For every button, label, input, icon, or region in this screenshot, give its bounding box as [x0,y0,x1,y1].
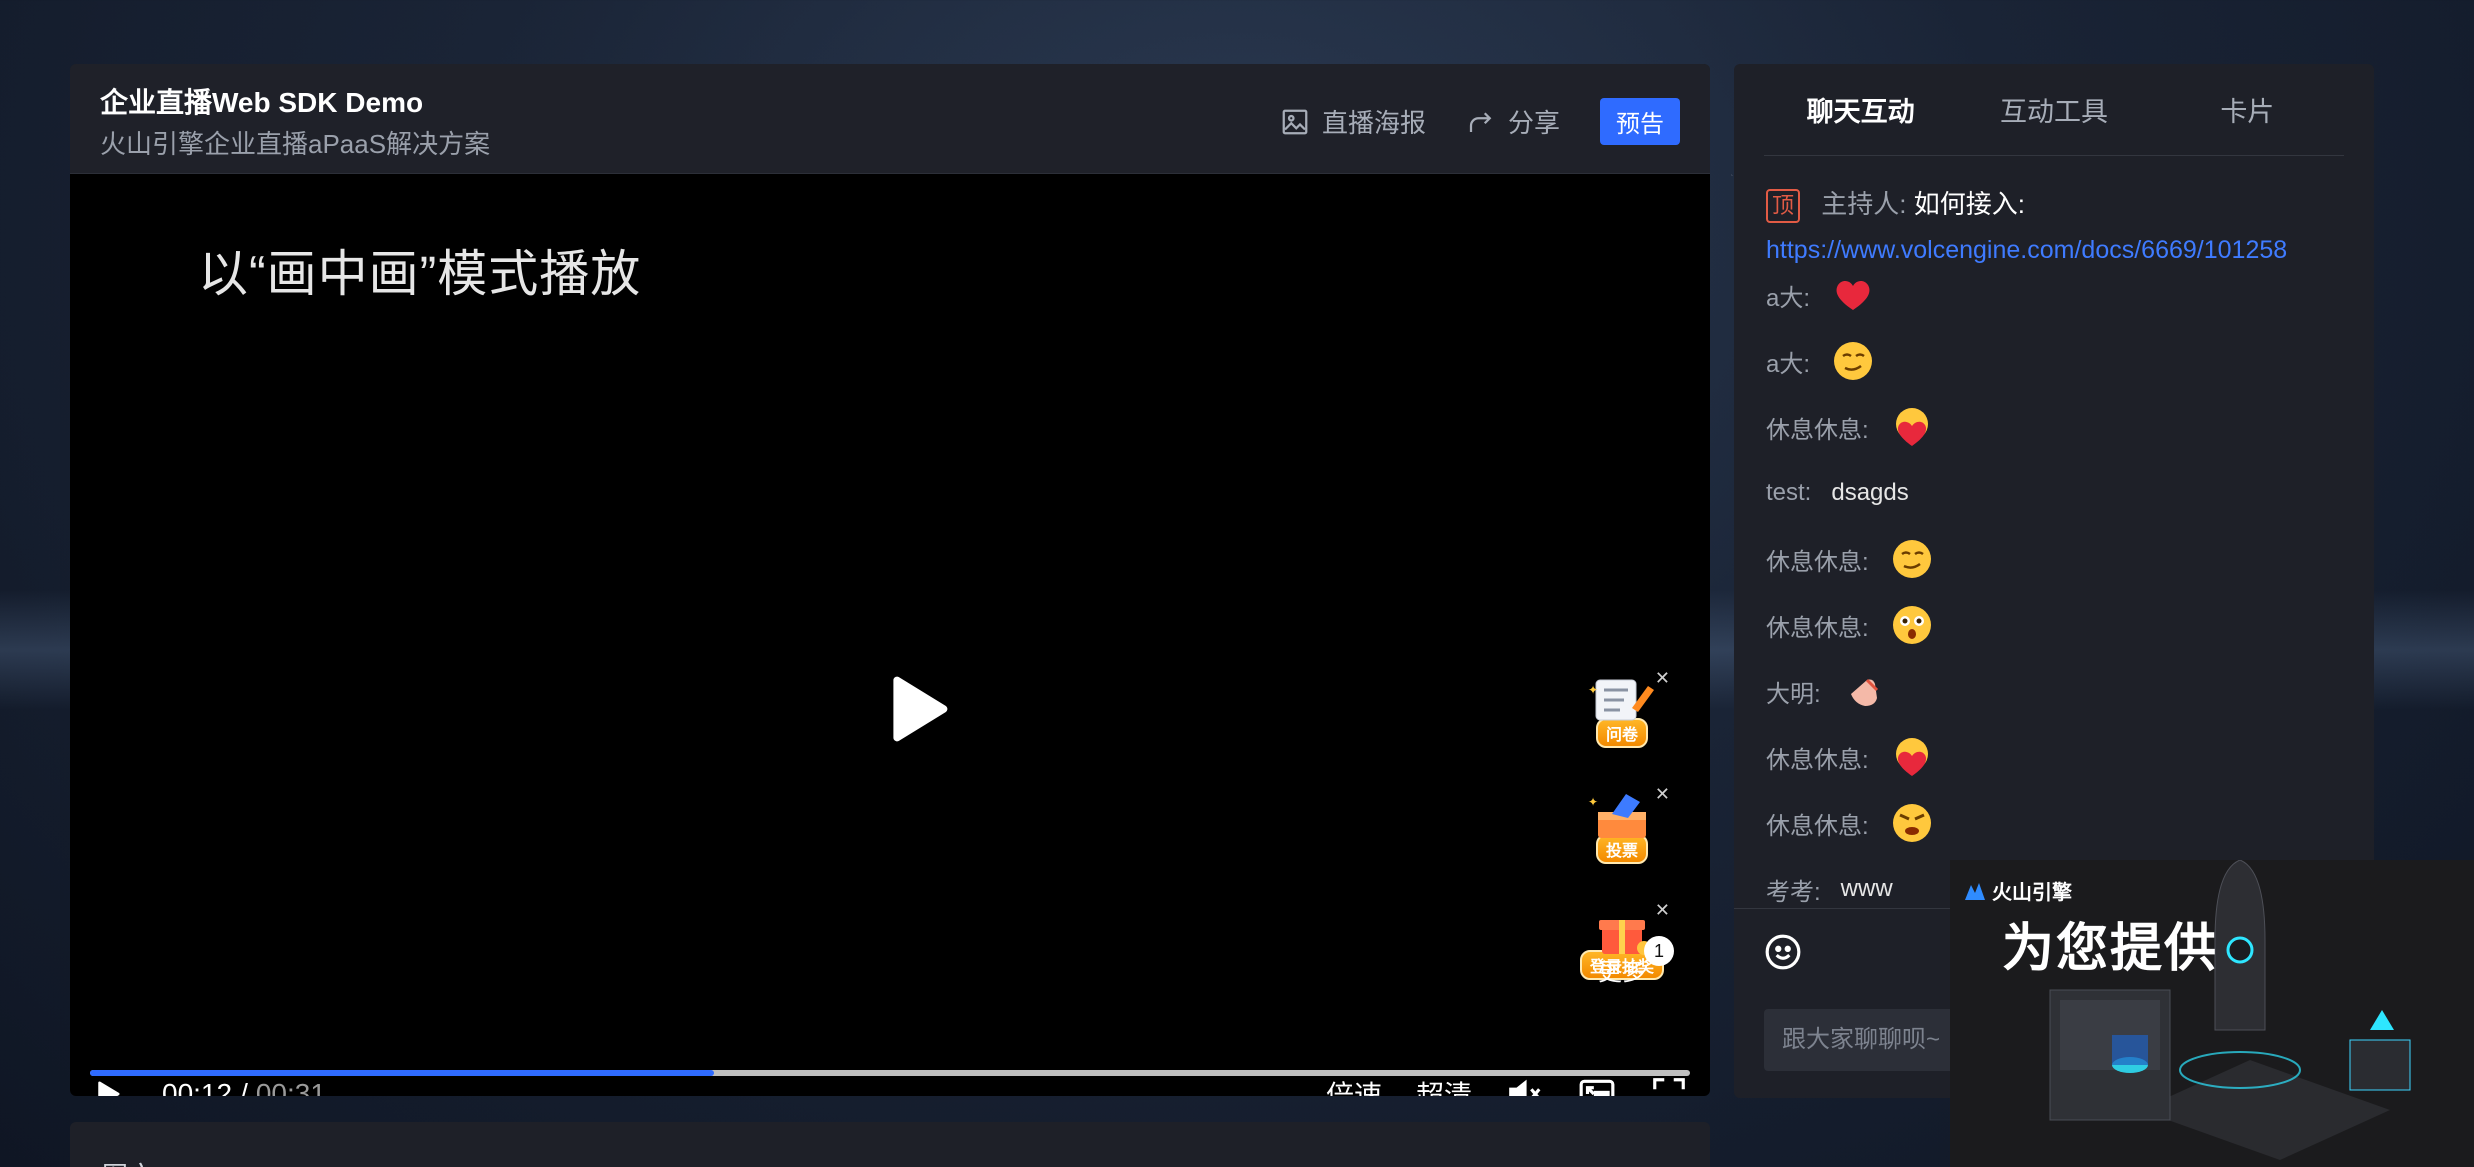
list-item: 休息休息: [1766,734,2344,780]
message-author: 考考: [1766,878,1821,906]
questionnaire-icon: ✦ [1588,679,1654,721]
player-controls: 00:12 / 00:31 倍速 超清 [70,1064,1710,1096]
list-item: a大: [1766,272,2344,318]
svg-text:✦: ✦ [1588,795,1598,809]
heart-hug-emoji-icon [1895,738,1928,776]
svg-text:✦: ✦ [1588,683,1598,697]
angry-face-emoji-icon [1892,804,1931,842]
list-item: a大: [1766,338,2344,384]
message-author: 主持人: [1821,189,1907,219]
poster-label: 直播海报 [1321,108,1426,138]
volcano-logo-icon [1965,882,1985,900]
pinned-message: 顶 主持人: 如何接入: https://www.volcengine.com/… [1766,180,2344,272]
more-tools-button[interactable]: 更多 1 [1598,936,1674,987]
time-separator: / [240,1078,248,1096]
ad-brand: 火山引擎 [1964,876,2072,905]
player-header: 企业直播Web SDK Demo 火山引擎企业直播aPaaS解决方案 直播海报 … [70,64,1710,174]
player-title-block: 企业直播Web SDK Demo 火山引擎企业直播aPaaS解决方案 [100,84,490,164]
message-author: test: [1766,479,1812,506]
share-label: 分享 [1507,108,1560,138]
tab-interactive-tools[interactable]: 互动工具 [1957,90,2150,129]
controls-right: 倍速 超清 [1326,1074,1688,1096]
header-actions: 直播海报 分享 预告 [1280,98,1680,145]
message-author: 休息休息: [1766,614,1869,642]
smirk-face-emoji-icon [1892,540,1931,578]
play-icon[interactable] [92,1079,122,1096]
shocked-face-emoji-icon [1892,606,1931,644]
preview-button[interactable]: 预告 [1600,98,1680,145]
message-author: 休息休息: [1766,548,1869,576]
smirk-face-emoji-icon [1834,342,1873,380]
heart-emoji-icon [1836,280,1870,310]
message-author: 休息休息: [1766,416,1869,444]
time-total: 00:31 [255,1078,326,1096]
video-caption: 以“画中画”模式播放 [198,246,642,302]
tab-cards[interactable]: 卡片 [2151,90,2344,129]
message-author: a大: [1766,350,1811,378]
play-icon[interactable] [870,664,960,754]
pinned-badge: 顶 [1766,189,1801,223]
message-text: dsagds [1831,479,1909,506]
list-item: 休息休息: [1766,404,2344,450]
list-item: 大明: [1766,668,2344,714]
ad-brand-label: 火山引擎 [1992,882,2072,904]
emoji-picker-icon[interactable] [1764,933,1802,971]
vote-icon: ✦ [1588,794,1646,838]
more-count-badge: 1 [1644,936,1674,966]
more-label: 更多 [1598,959,1646,986]
message-author: 休息休息: [1766,746,1869,774]
graphic-section: 图文 [70,1122,1710,1167]
graphic-section-title: 图文 [102,1156,154,1167]
time-current: 00:12 [162,1078,233,1096]
page-subtitle: 火山引擎企业直播aPaaS解决方案 [100,129,491,159]
list-item: 休息休息: [1766,536,2344,582]
mute-icon[interactable] [1506,1075,1544,1096]
clap-hand-emoji-icon [1850,678,1878,706]
message-text: 如何接入: [1913,189,2025,219]
message-author: 大明: [1766,680,1821,708]
speed-button[interactable]: 倍速 [1326,1074,1382,1096]
list-item: test: dsagds [1766,470,2344,516]
docs-link[interactable]: https://www.volcengine.com/docs/6669/101… [1766,228,2344,272]
message-author: a大: [1766,284,1811,312]
questionnaire-tool[interactable]: ✕ ✦ 问卷 [1572,668,1672,764]
message-text: www [1840,875,1893,902]
quality-button[interactable]: 超清 [1416,1074,1472,1096]
list-item: 休息休息: [1766,602,2344,648]
message-author: 休息休息: [1766,812,1869,840]
message-list[interactable]: 顶 主持人: 如何接入: https://www.volcengine.com/… [1734,156,2374,912]
poster-button[interactable]: 直播海报 [1280,103,1426,140]
share-icon [1469,111,1492,132]
floating-ad-video[interactable]: 火山引擎 为您提供 [1950,860,2474,1167]
page-title: 企业直播Web SDK Demo [100,87,424,118]
fullscreen-icon[interactable] [1650,1075,1688,1096]
picture-in-picture-icon[interactable] [1578,1075,1616,1096]
heart-hug-emoji-icon [1895,408,1928,446]
video-player[interactable]: 以“画中画”模式播放 ✕ ✦ 问卷 ✕ ✦ 投票 ✕ 登录抽奖 更多 1 [70,174,1710,1096]
vote-tool[interactable]: ✕ ✦ 投票 [1572,784,1672,880]
share-button[interactable]: 分享 [1466,103,1560,140]
player-panel: 企业直播Web SDK Demo 火山引擎企业直播aPaaS解决方案 直播海报 … [70,64,1710,1096]
tab-chat[interactable]: 聊天互动 [1764,90,1957,129]
image-icon [1282,109,1308,134]
list-item: 休息休息: [1766,800,2344,846]
chat-tabs: 聊天互动 互动工具 卡片 [1764,64,2344,156]
ad-headline: 为您提供 [2002,920,2219,978]
